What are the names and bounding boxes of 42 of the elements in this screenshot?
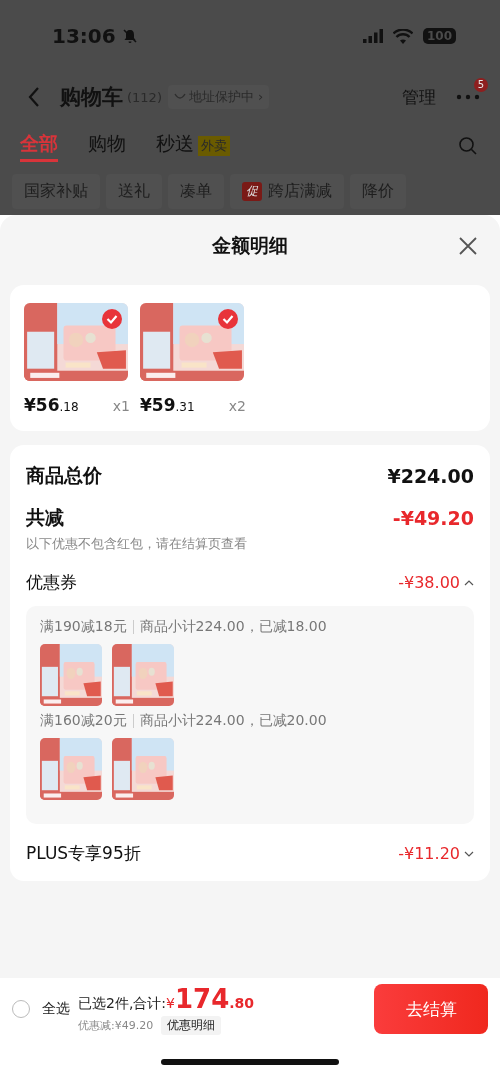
chevron-up-icon [464, 579, 474, 586]
checkout-button[interactable]: 去结算 [374, 984, 488, 1034]
total-label: 商品总价 [26, 463, 102, 488]
coupon-subtotal: 商品小计224.00，已减20.00 [139, 712, 327, 730]
delivery-badge: 外卖 [198, 136, 230, 156]
back-icon[interactable] [28, 86, 40, 108]
discount-label: 共减 [26, 505, 64, 530]
discount-value: -¥49.20 [392, 507, 474, 529]
wifi-icon [392, 28, 413, 44]
product-price: ¥59.31 [140, 395, 195, 415]
discount-detail-button[interactable]: 优惠明细 [161, 1015, 222, 1035]
more-icon [456, 94, 480, 100]
page-title: 购物车 [60, 84, 123, 111]
total-price: ¥174.80 [166, 983, 255, 1014]
coupon-subtotal: 商品小计224.00，已减18.00 [139, 618, 327, 636]
cart-tab[interactable]: 秒送 [156, 130, 194, 162]
sheet-title: 金额明细 [212, 233, 288, 258]
saving-amount: 优惠减:¥49.20 [78, 1017, 154, 1033]
select-all-label[interactable]: 全选 [42, 1000, 70, 1018]
coupon-rule: 满160减20元 [40, 712, 127, 730]
coupon-toggle[interactable]: -¥38.00 [398, 573, 474, 592]
notification-badge: 5 [473, 78, 488, 92]
product-quantity: x2 [228, 398, 246, 414]
coupon-rule: 满190减18元 [40, 618, 127, 636]
cart-tab[interactable]: 购物 [88, 130, 126, 162]
cart-tab[interactable]: 全部 [20, 130, 58, 162]
product-price: ¥56.18 [24, 395, 79, 415]
product-quantity: x1 [112, 398, 130, 414]
status-time: 13:06 [52, 24, 116, 48]
plus-discount-label: PLUS专享95折 [26, 842, 141, 865]
plus-discount-toggle[interactable]: -¥11.20 [398, 844, 474, 863]
total-value: ¥224.00 [387, 465, 474, 487]
battery-level: 100 [422, 28, 456, 44]
selection-summary: 已选2件,合计: [78, 994, 167, 1013]
bell-muted-icon [121, 28, 138, 44]
promo-tag: 促 [242, 182, 262, 201]
search-icon[interactable] [458, 136, 478, 156]
coupon-label: 优惠券 [26, 571, 77, 594]
close-icon[interactable] [458, 236, 478, 256]
discount-note: 以下优惠不包含红包，请在结算页查看 [26, 535, 248, 553]
chevron-down-icon [464, 850, 474, 857]
signal-icon [362, 29, 383, 43]
